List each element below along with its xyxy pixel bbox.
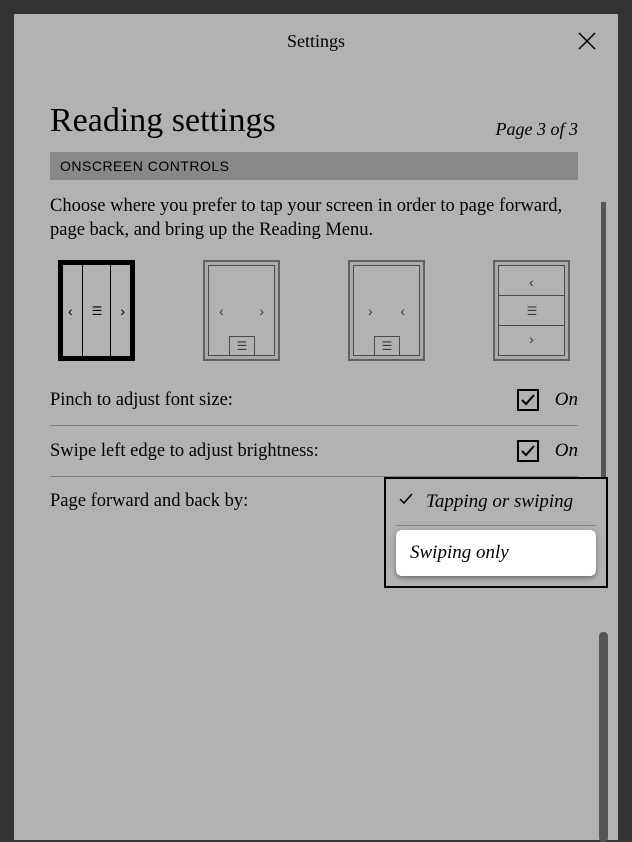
menu-icon: ☰: [382, 340, 392, 352]
chevron-right-icon: ›: [120, 304, 125, 318]
dropdown-option-label: Swiping only: [410, 542, 509, 564]
tap-zone-option-4[interactable]: ‹ ☰ ›: [493, 260, 570, 361]
setting-pinch-font: Pinch to adjust font size: On: [50, 375, 578, 426]
tap-zone-option-1[interactable]: ‹ ☰ ›: [58, 260, 135, 361]
tap-zone-option-3[interactable]: › ‹ ☰: [348, 260, 425, 361]
chevron-left-icon: ‹: [529, 275, 534, 289]
chevron-right-icon: ›: [529, 332, 534, 346]
menu-icon: ☰: [527, 305, 537, 317]
setting-label: Pinch to adjust font size:: [50, 390, 233, 411]
pinch-toggle[interactable]: On: [517, 389, 578, 411]
setting-label: Page forward and back by:: [50, 491, 248, 512]
chevron-left-icon: ‹: [68, 304, 73, 318]
divider: [396, 525, 596, 526]
section-description: Choose where you prefer to tap your scre…: [50, 194, 578, 242]
chevron-left-icon: ‹: [400, 304, 405, 318]
page-title: Reading settings: [50, 102, 276, 140]
scrollbar-thumb[interactable]: [599, 632, 608, 842]
setting-page-nav: Page forward and back by: Tapping or swi…: [50, 477, 578, 512]
page-indicator: Page 3 of 3: [496, 119, 579, 140]
scrollbar-track[interactable]: [601, 202, 606, 496]
brightness-toggle[interactable]: On: [517, 440, 578, 462]
menu-icon: ☰: [237, 340, 247, 352]
close-button[interactable]: [576, 30, 598, 52]
tap-zone-option-2[interactable]: ‹ › ☰: [203, 260, 280, 361]
check-icon: [398, 491, 416, 513]
tap-zone-options: ‹ ☰ › ‹ › ☰: [50, 260, 578, 361]
dropdown-option-label: Tapping or swiping: [426, 491, 573, 513]
settings-modal: Settings Reading settings Page 3 of 3 ON…: [14, 14, 618, 840]
toggle-state: On: [555, 389, 578, 411]
setting-swipe-brightness: Swipe left edge to adjust brightness: On: [50, 426, 578, 477]
close-icon: [576, 30, 598, 52]
chevron-right-icon: ›: [368, 304, 373, 318]
toggle-state: On: [555, 440, 578, 462]
menu-icon: ☰: [92, 305, 102, 317]
chevron-right-icon: ›: [259, 304, 264, 318]
checkbox-checked-icon: [517, 440, 539, 462]
page-nav-dropdown[interactable]: Tapping or swiping Swiping only: [384, 477, 608, 588]
modal-title: Settings: [287, 31, 345, 52]
dropdown-option-swiping-only[interactable]: Swiping only: [396, 530, 596, 576]
chevron-left-icon: ‹: [219, 304, 224, 318]
section-header: ONSCREEN CONTROLS: [50, 152, 578, 180]
menu-zone: ☰: [229, 336, 255, 356]
checkbox-checked-icon: [517, 389, 539, 411]
menu-zone: ☰: [374, 336, 400, 356]
page-header: Reading settings Page 3 of 3: [50, 102, 578, 140]
setting-label: Swipe left edge to adjust brightness:: [50, 441, 319, 462]
dropdown-option-tapping-swiping[interactable]: Tapping or swiping: [386, 479, 606, 525]
modal-header: Settings: [14, 14, 618, 68]
